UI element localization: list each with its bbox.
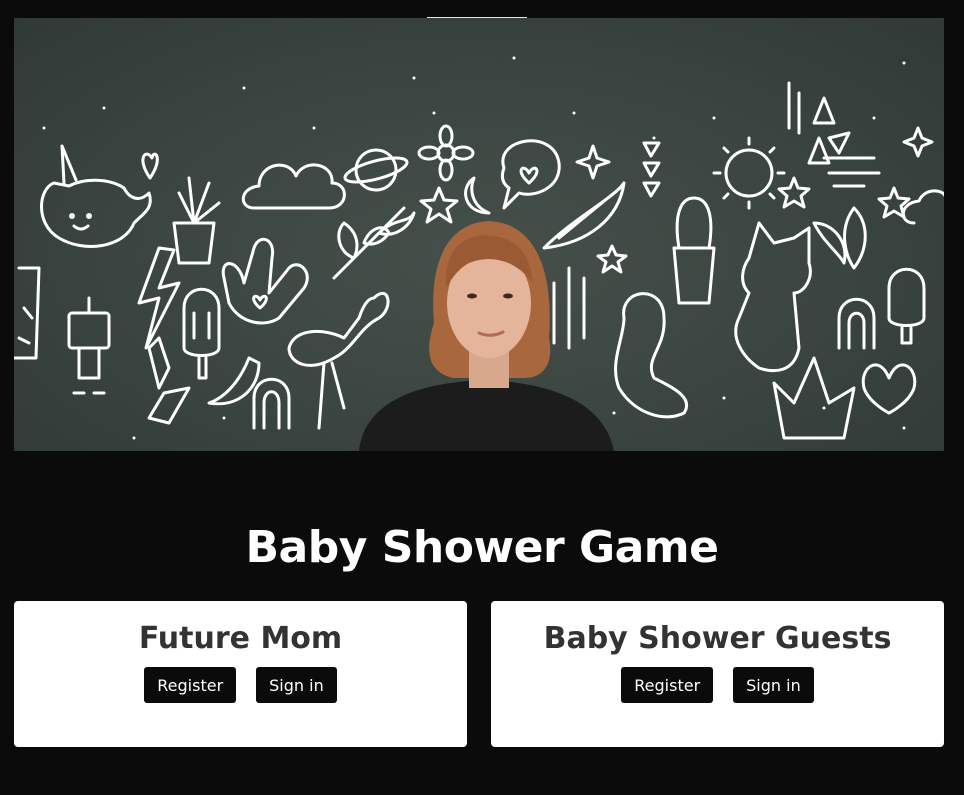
guests-card: Baby Shower Guests Register Sign in (491, 601, 944, 747)
bars-doodle (552, 266, 586, 350)
future-mom-actions: Register Sign in (14, 667, 467, 703)
speech-bubble-heart-doodle (500, 139, 561, 210)
narwhal-doodle (40, 144, 152, 248)
diamond-doodle (147, 336, 191, 425)
woman-portrait (359, 221, 614, 451)
crown-doodle (772, 356, 856, 440)
triangles-doodle (787, 81, 851, 165)
banana-doodle (207, 356, 261, 406)
lightning-doodle (137, 246, 181, 350)
flower-doodle (417, 124, 475, 182)
guests-signin-button[interactable]: Sign in (733, 667, 814, 703)
cactus-doodle (672, 196, 716, 305)
hero-banner-image (14, 18, 944, 451)
future-mom-card: Future Mom Register Sign in (14, 601, 467, 747)
heart-doodle (141, 152, 159, 180)
sun-doodle (712, 136, 786, 210)
branch-doodle (332, 206, 416, 280)
future-mom-register-button[interactable]: Register (144, 667, 237, 703)
potted-plant-doodle (172, 176, 221, 265)
dinosaur-doodle (614, 292, 688, 419)
guests-actions: Register Sign in (491, 667, 944, 703)
future-mom-signin-button[interactable]: Sign in (256, 667, 337, 703)
rainbow-doodle (252, 377, 291, 430)
planet-doodle (343, 148, 409, 192)
star-doodle (419, 186, 459, 224)
leaf-doodle (542, 181, 626, 250)
moon-doodle (464, 176, 491, 215)
future-mom-title: Future Mom (138, 621, 343, 656)
guests-title: Baby Shower Guests (543, 621, 892, 656)
popsicle-doodle (182, 287, 221, 380)
dog-doodle (734, 221, 812, 372)
robot-doodle (67, 296, 111, 395)
doodle-illustration (14, 56, 944, 451)
leaves-doodle (812, 206, 867, 270)
cloud-doodle (241, 163, 346, 210)
flamingo-doodle (287, 291, 390, 430)
hand-sign-doodle (221, 237, 309, 325)
page-title: Baby Shower Game (245, 522, 719, 573)
heart-right-doodle (861, 363, 917, 415)
guests-register-button[interactable]: Register (621, 667, 714, 703)
drink-doodle (14, 266, 41, 360)
